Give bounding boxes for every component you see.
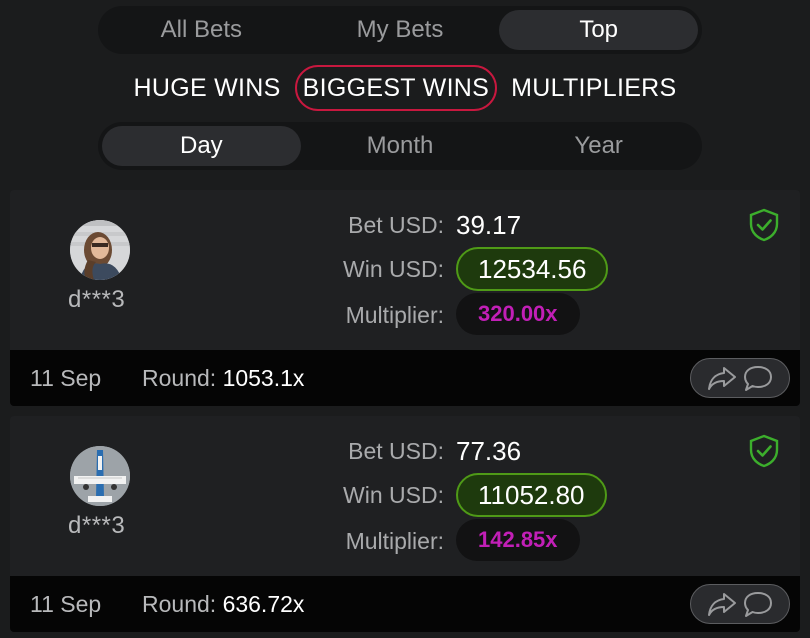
win-label: Win USD: <box>343 256 444 282</box>
period-day[interactable]: Day <box>102 126 301 166</box>
tab-top[interactable]: Top <box>499 10 699 50</box>
bet-date: 11 Sep <box>30 364 102 391</box>
chat-icon[interactable] <box>742 363 774 393</box>
avatar-woman-photo-icon <box>70 220 130 280</box>
win-value-badge: 12534.56 <box>456 247 609 291</box>
win-value-badge: 11052.80 <box>456 473 607 517</box>
category-biggest-wins[interactable]: BIGGEST WINS <box>294 65 498 111</box>
bet-actions <box>690 358 790 398</box>
bet-value: 77.36 <box>456 436 522 466</box>
multiplier-badge: 320.00x <box>456 293 580 335</box>
share-icon[interactable] <box>706 363 738 393</box>
multiplier-value: 142.85x <box>478 527 558 552</box>
round-label: Round: <box>142 364 217 391</box>
category-filter: HUGE WINS BIGGEST WINS MULTIPLIERS <box>0 64 810 112</box>
bet-card-footer: 11 Sep Round: 1053.1x <box>10 350 800 406</box>
round-value: 636.72x <box>222 590 305 617</box>
bet-label: Bet USD: <box>348 438 444 464</box>
bet-card-main: d***3 Bet USD: 77.36 Win USD: 11052.80 M… <box>10 416 800 576</box>
tab-my-bets[interactable]: My Bets <box>301 10 500 50</box>
share-icon[interactable] <box>706 589 738 619</box>
multiplier-label: Multiplier: <box>345 302 444 328</box>
category-huge-wins[interactable]: HUGE WINS <box>127 65 286 111</box>
tab-all-bets[interactable]: All Bets <box>102 10 301 50</box>
bet-date: 11 Sep <box>30 590 102 617</box>
round-value: 1053.1x <box>222 364 305 391</box>
win-label: Win USD: <box>343 482 444 508</box>
category-multipliers[interactable]: MULTIPLIERS <box>505 65 682 111</box>
bet-card-footer: 11 Sep Round: 636.72x <box>10 576 800 632</box>
bet-card: d***3 Bet USD: 77.36 Win USD: 11052.80 M… <box>10 416 800 632</box>
verified-shield-icon[interactable] <box>748 208 780 242</box>
avatar-airplane-photo-icon <box>70 446 130 506</box>
multiplier-value: 320.00x <box>478 301 558 326</box>
multiplier-badge: 142.85x <box>456 519 580 561</box>
period-tab-bar: Day Month Year <box>98 122 702 170</box>
round-label: Round: <box>142 590 217 617</box>
chat-icon[interactable] <box>742 589 774 619</box>
round-info: Round: 1053.1x <box>142 365 304 392</box>
period-year[interactable]: Year <box>499 126 698 166</box>
round-info: Round: 636.72x <box>142 591 304 618</box>
win-value: 12534.56 <box>478 253 587 284</box>
bet-label: Bet USD: <box>348 212 444 238</box>
bet-value: 39.17 <box>456 210 522 240</box>
period-month[interactable]: Month <box>301 126 500 166</box>
multiplier-label: Multiplier: <box>345 528 444 554</box>
bet-card-main: d***3 Bet USD: 39.17 Win USD: 12534.56 M… <box>10 190 800 350</box>
username: d***3 <box>68 286 126 313</box>
verified-shield-icon[interactable] <box>748 434 780 468</box>
win-value: 11052.80 <box>478 479 585 510</box>
bet-card: d***3 Bet USD: 39.17 Win USD: 12534.56 M… <box>10 190 800 406</box>
bet-actions <box>690 584 790 624</box>
username: d***3 <box>68 512 126 539</box>
bets-tab-bar: All Bets My Bets Top <box>98 6 702 54</box>
